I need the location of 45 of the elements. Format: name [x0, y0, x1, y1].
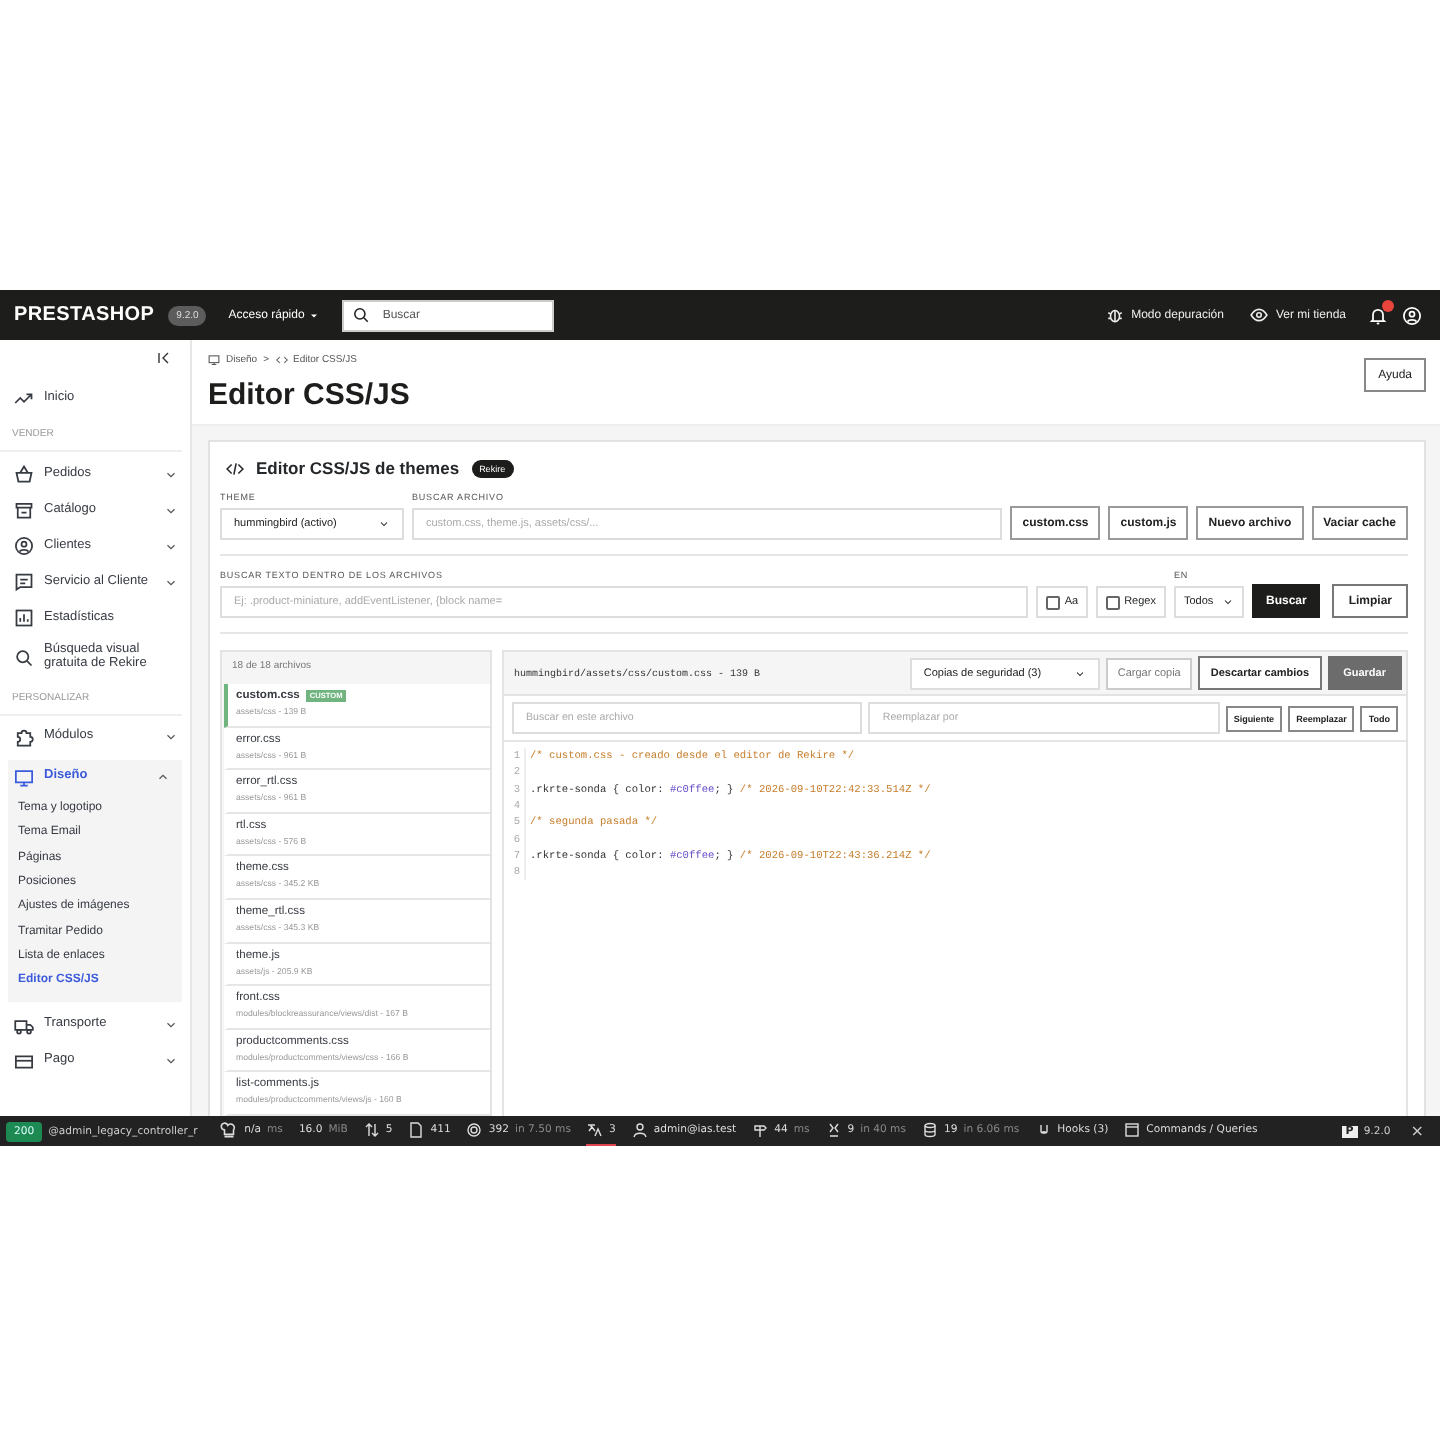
search-icon	[352, 306, 371, 324]
file-icon	[408, 1122, 425, 1138]
user-icon	[1402, 305, 1422, 325]
stats-icon	[14, 608, 34, 628]
basket-icon	[14, 464, 34, 484]
bug-icon	[1105, 306, 1124, 324]
window-icon	[1124, 1122, 1141, 1138]
logo-text: PRESTASHOP	[14, 304, 155, 326]
monitor-icon	[208, 354, 220, 366]
chevron-icon	[164, 1054, 178, 1069]
chat-icon	[14, 572, 34, 592]
truck-icon	[14, 1015, 34, 1036]
translate-icon	[586, 1122, 603, 1138]
close-button[interactable]: ×	[1406, 1122, 1428, 1140]
chevron-icon	[164, 539, 178, 553]
trend-icon	[14, 388, 34, 408]
chevron-icon	[1073, 667, 1086, 679]
card-title: Editor CSS/JS de themes	[256, 458, 460, 478]
chevron-icon	[164, 1018, 178, 1033]
person-icon	[14, 536, 34, 556]
caret-icon	[308, 309, 321, 321]
chevron-icon	[164, 730, 178, 745]
code-icon	[226, 459, 244, 477]
user-icon	[631, 1122, 648, 1138]
chevron-icon	[378, 518, 390, 530]
chevron-icon	[164, 575, 178, 589]
bell-icon	[1368, 305, 1388, 325]
route-icon	[752, 1122, 769, 1138]
chef-icon	[220, 1121, 239, 1139]
hook-icon	[1035, 1122, 1052, 1138]
chevron-icon	[164, 467, 178, 481]
chevron-icon	[164, 503, 178, 517]
collapse-icon	[156, 350, 172, 366]
database-icon	[921, 1122, 938, 1138]
page-title: Editor CSS/JS	[208, 378, 412, 412]
card-icon	[14, 1051, 34, 1072]
chevron-icon	[156, 770, 170, 785]
store-icon	[14, 500, 34, 520]
search-icon	[14, 647, 34, 668]
eye-icon	[1249, 306, 1268, 324]
puzzle-icon	[14, 727, 34, 748]
sort-icon	[363, 1122, 380, 1138]
monitor-icon	[14, 767, 34, 788]
chevron-icon	[1221, 596, 1234, 608]
code-icon	[275, 354, 287, 366]
